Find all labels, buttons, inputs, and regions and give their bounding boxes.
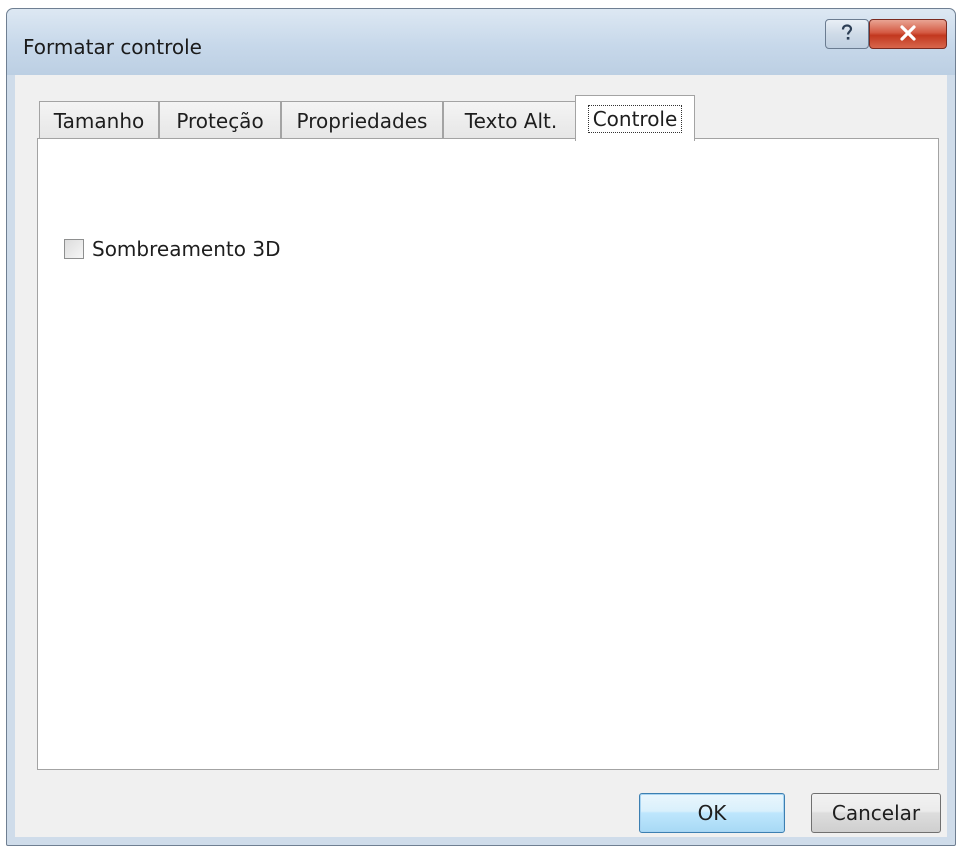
tab-propriedades[interactable]: Propriedades: [281, 101, 443, 139]
sombreamento-3d-checkbox[interactable]: [64, 239, 84, 259]
tab-panel-controle: Sombreamento 3D: [37, 138, 939, 770]
sombreamento-3d-option[interactable]: Sombreamento 3D: [64, 237, 280, 261]
tab-label: Controle: [587, 104, 683, 133]
tab-label: Propriedades: [296, 108, 428, 133]
close-button[interactable]: [869, 19, 947, 49]
close-x-icon: [898, 24, 918, 45]
dialog-window: Formatar controle Tamanho Proteção Propr…: [6, 8, 956, 846]
dialog-body: Tamanho Proteção Propriedades Texto Alt.…: [15, 75, 947, 837]
help-button[interactable]: [825, 19, 869, 49]
cancel-button[interactable]: Cancelar: [811, 793, 941, 833]
sombreamento-3d-label: Sombreamento 3D: [92, 237, 281, 261]
tab-protecao[interactable]: Proteção: [159, 101, 281, 139]
tab-label: Texto Alt.: [464, 108, 558, 133]
question-mark-icon: [838, 23, 856, 46]
tab-label: Tamanho: [53, 108, 145, 133]
title-bar[interactable]: Formatar controle: [7, 9, 955, 75]
tab-tamanho[interactable]: Tamanho: [39, 101, 159, 139]
window-title: Formatar controle: [23, 35, 202, 59]
ok-button[interactable]: OK: [639, 793, 785, 833]
tab-texto-alt[interactable]: Texto Alt.: [443, 101, 579, 139]
tab-controle[interactable]: Controle: [575, 95, 695, 141]
tab-label: Proteção: [176, 108, 264, 133]
